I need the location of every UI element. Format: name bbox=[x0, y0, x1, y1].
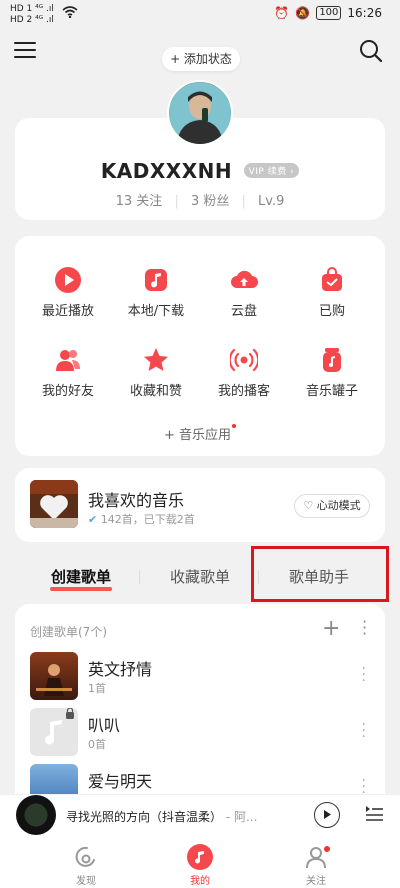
grid-item-label: 已购 bbox=[318, 304, 345, 319]
signal-sim2: HD 2 ⁴ᴳ .ıl bbox=[10, 15, 54, 25]
nav-following-label: 关注 bbox=[306, 876, 326, 887]
grid-item-label: 最近播放 bbox=[41, 304, 94, 319]
grid-item-favorites[interactable]: 收藏和赞 bbox=[110, 346, 202, 399]
grid-item-local[interactable]: 本地/下载 bbox=[110, 266, 202, 319]
grid-item-label: 云盘 bbox=[230, 304, 257, 319]
play-icon bbox=[324, 810, 331, 819]
grid-item-label: 音乐罐子 bbox=[305, 384, 358, 399]
grid-item-recent[interactable]: 最近播放 bbox=[22, 266, 114, 319]
playlist-name: 爱与明天 bbox=[88, 772, 153, 791]
play-icon bbox=[55, 267, 81, 293]
grid-item-label: 我的好友 bbox=[41, 384, 94, 399]
playlist-queue-icon[interactable] bbox=[364, 804, 384, 822]
friends-icon bbox=[56, 350, 80, 371]
list-item[interactable]: 叭叭 0首 · · · bbox=[30, 708, 380, 756]
vip-badge[interactable]: VIP 续费 › bbox=[243, 163, 300, 178]
star-icon bbox=[144, 348, 168, 371]
signal-sim1: HD 1 ⁴ᴳ .ıl bbox=[10, 4, 54, 14]
tab-created[interactable]: 创建歌单 bbox=[51, 566, 111, 587]
playlist-count: 0首 bbox=[88, 738, 106, 751]
highlight-box bbox=[251, 546, 389, 602]
grid-item-friends[interactable]: 我的好友 bbox=[22, 346, 114, 399]
user-level[interactable]: Lv.9 bbox=[258, 194, 284, 209]
check-circle-icon: ✔ bbox=[88, 513, 98, 526]
grid-item-label: 我的播客 bbox=[217, 384, 270, 399]
nav-discover[interactable]: 发现 bbox=[56, 844, 116, 887]
profile-stats: 13 关注 | 3 粉丝 | Lv.9 bbox=[115, 194, 285, 209]
notification-dot bbox=[324, 846, 330, 852]
status-bar: HD 1 ⁴ᴳ .ıl HD 2 ⁴ᴳ .ıl ⏰ 🔕 100 16:26 bbox=[0, 0, 400, 28]
nav-mine[interactable]: 我的 bbox=[170, 844, 230, 887]
search-icon[interactable] bbox=[358, 38, 384, 64]
nav-mine-label: 我的 bbox=[190, 876, 210, 887]
grid-item-cloud[interactable]: 云盘 bbox=[198, 266, 290, 319]
music-jar-icon bbox=[323, 348, 341, 372]
username[interactable]: KADXXXNH bbox=[101, 159, 232, 183]
playlist-cover bbox=[30, 652, 78, 700]
notification-dot bbox=[232, 424, 237, 428]
music-note-icon bbox=[145, 269, 167, 291]
following-count[interactable]: 13 关注 bbox=[116, 194, 163, 209]
shopping-bag-icon bbox=[322, 267, 342, 291]
signal-indicators: HD 1 ⁴ᴳ .ıl HD 2 ⁴ᴳ .ıl bbox=[10, 5, 54, 25]
more-options-icon[interactable]: · · · bbox=[362, 662, 366, 688]
list-item[interactable]: 爱与明天 · · · bbox=[30, 764, 380, 794]
battery-indicator: 100 bbox=[316, 6, 342, 20]
play-button[interactable] bbox=[314, 802, 340, 828]
heart-mode-button[interactable]: ♡ 心动模式 bbox=[294, 494, 370, 518]
grid-item-label: 本地/下载 bbox=[127, 304, 185, 319]
status-right: ⏰ 🔕 100 16:26 bbox=[274, 6, 382, 20]
playlist-cover bbox=[30, 764, 78, 794]
grid-item-music-jar[interactable]: 音乐罐子 bbox=[286, 346, 378, 399]
music-note-icon bbox=[187, 844, 213, 870]
add-status-button[interactable]: + 添加状态 bbox=[162, 47, 240, 71]
username-row: KADXXXNH VIP 续费 › bbox=[0, 157, 400, 183]
nav-discover-label: 发现 bbox=[76, 876, 96, 887]
tab-collected[interactable]: 收藏歌单 bbox=[170, 566, 230, 587]
player-track[interactable]: 寻找光照的方向（抖音温柔） - 阿... bbox=[66, 808, 306, 825]
liked-music-cover[interactable] bbox=[30, 480, 78, 528]
menu-icon[interactable] bbox=[14, 42, 36, 60]
avatar[interactable] bbox=[167, 80, 233, 146]
liked-music-subtitle: ✔ 142首，已下载2首 bbox=[88, 511, 195, 527]
alarm-icon: ⏰ bbox=[274, 6, 290, 20]
liked-music-count: 142首，已下载2首 bbox=[100, 513, 195, 526]
player-track-title: 寻找光照的方向（抖音温柔） bbox=[66, 810, 223, 824]
tab-divider bbox=[139, 570, 140, 584]
playlist-cover bbox=[30, 708, 78, 756]
playlist-header: 创建歌单(7个) bbox=[30, 625, 107, 639]
heart-icon: ♡ bbox=[303, 499, 314, 512]
followers-count[interactable]: 3 粉丝 bbox=[191, 194, 229, 209]
discover-icon bbox=[75, 846, 95, 867]
list-item[interactable]: 英文抒情 1首 · · · bbox=[30, 652, 380, 700]
more-apps-label: + 音乐应用 bbox=[163, 428, 232, 443]
wifi-icon bbox=[62, 6, 78, 22]
more-options-icon[interactable]: · · · bbox=[362, 774, 366, 794]
playlist-count: 1首 bbox=[88, 682, 106, 695]
heart-mode-label: 心动模式 bbox=[316, 499, 361, 512]
grid-item-label: 收藏和赞 bbox=[129, 384, 182, 399]
liked-music-title: 我喜欢的音乐 bbox=[88, 491, 185, 510]
player-track-artist: - 阿... bbox=[222, 810, 258, 824]
grid-item-podcast[interactable]: 我的播客 bbox=[198, 346, 290, 399]
status-time: 16:26 bbox=[347, 6, 382, 20]
mute-icon: 🔕 bbox=[295, 6, 311, 20]
more-options-icon[interactable]: · · · bbox=[362, 718, 366, 744]
nav-following[interactable]: 关注 bbox=[286, 844, 346, 887]
active-tab-underline bbox=[50, 587, 112, 591]
cloud-upload-icon bbox=[231, 270, 258, 288]
more-apps-button[interactable]: + 音乐应用 bbox=[0, 424, 400, 443]
add-playlist-icon[interactable]: + bbox=[322, 616, 340, 641]
radio-icon bbox=[230, 348, 258, 372]
bottom-nav: 发现 我的 关注 bbox=[0, 838, 400, 888]
grid-item-purchased[interactable]: 已购 bbox=[286, 266, 378, 319]
more-options-icon[interactable]: · · · bbox=[362, 614, 367, 642]
player-album-disc[interactable] bbox=[16, 795, 56, 835]
playlist-name: 英文抒情 bbox=[88, 660, 153, 679]
playlist-name: 叭叭 bbox=[88, 716, 121, 735]
